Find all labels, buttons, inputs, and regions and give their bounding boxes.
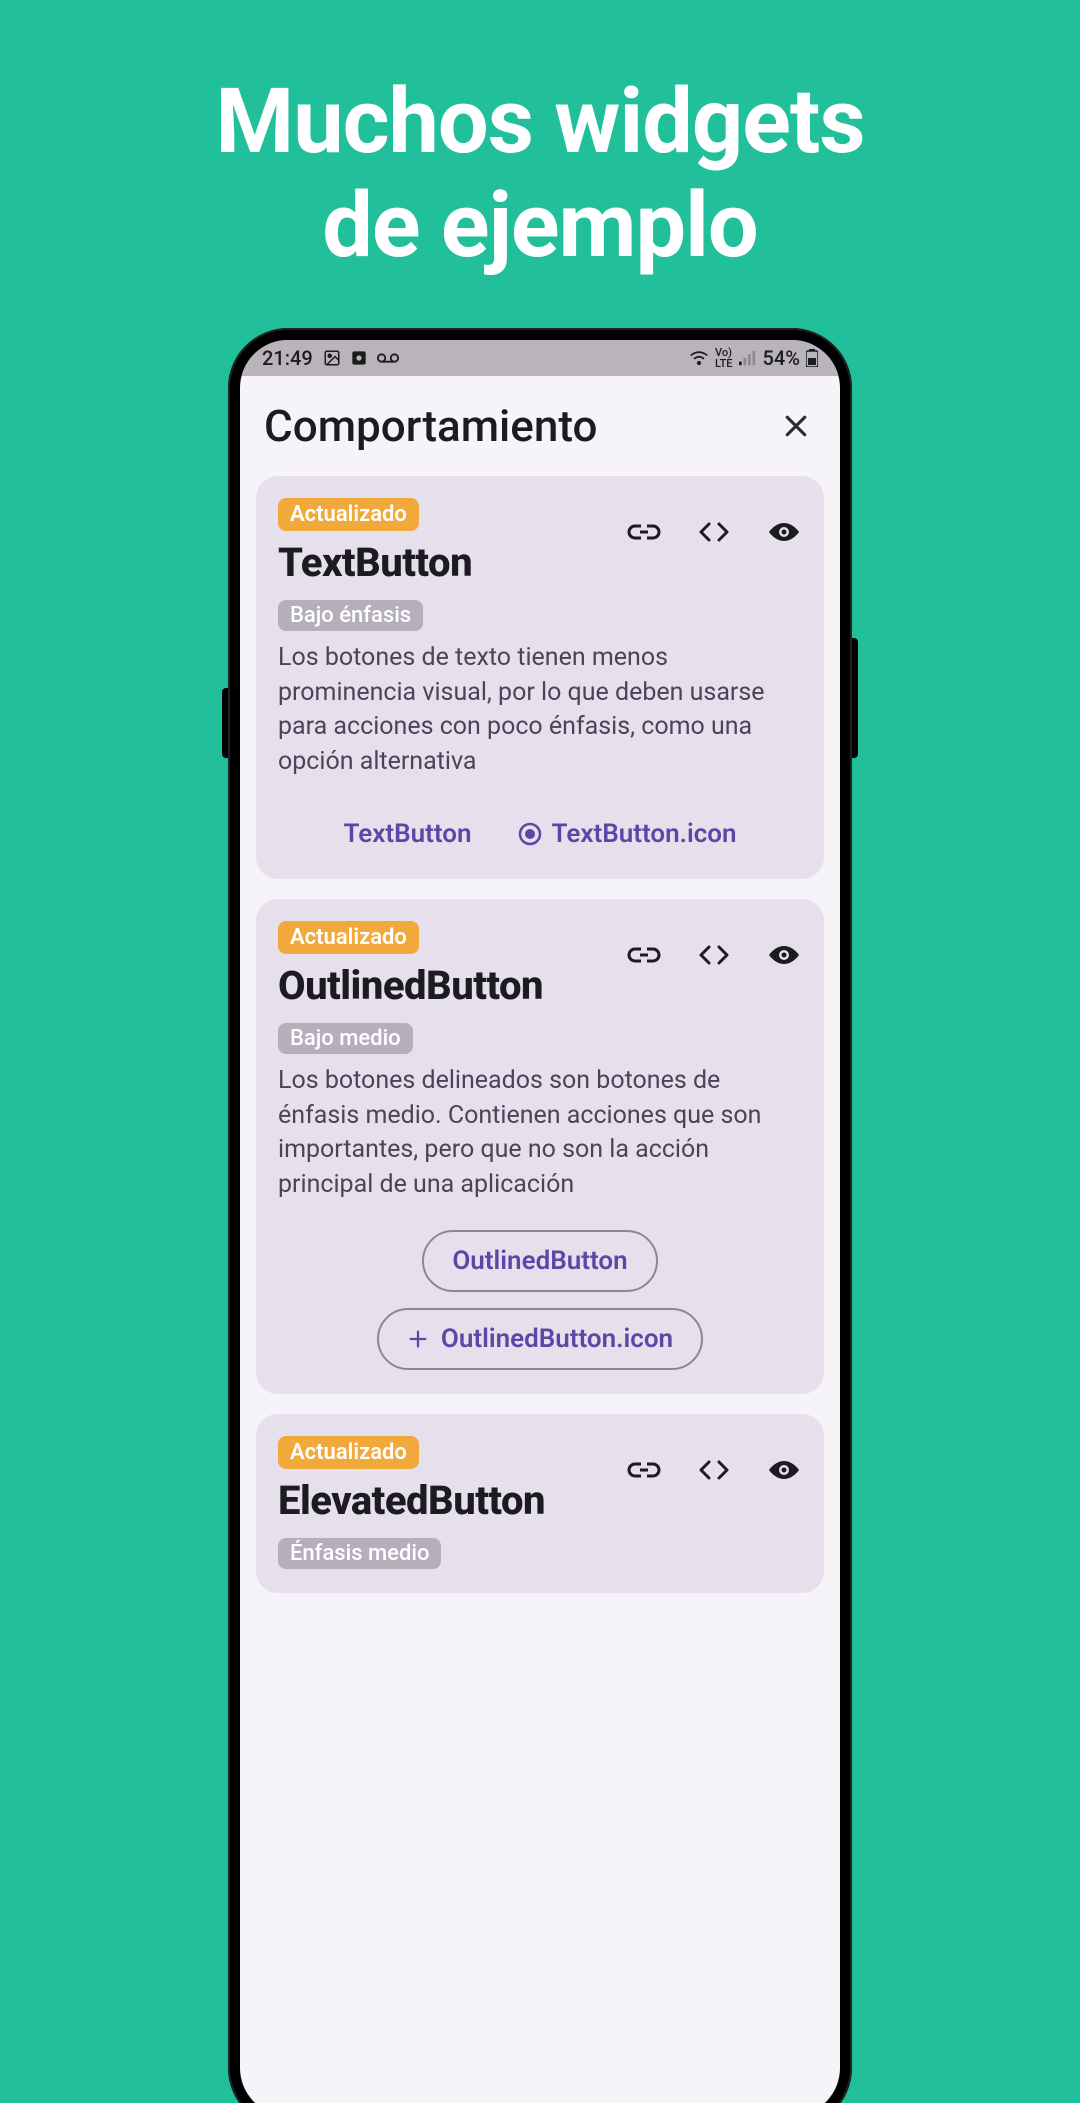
lte-label: Vo)LTE bbox=[715, 347, 733, 369]
statusbar-battery: 54% bbox=[763, 346, 800, 370]
square-dot-icon bbox=[351, 350, 367, 366]
record-icon bbox=[518, 822, 542, 846]
status-bar: 21:49 Vo)LTE 54% bbox=[240, 340, 840, 376]
hero-line1: Muchos widgets bbox=[215, 69, 864, 174]
app-header: Comportamiento bbox=[240, 376, 840, 476]
demo-outlinedbutton-icon-label: OutlinedButton.icon bbox=[441, 1324, 673, 1354]
demo-outlinedbutton[interactable]: OutlinedButton bbox=[422, 1230, 657, 1292]
plus-icon bbox=[407, 1328, 429, 1350]
widget-description: Los botones delineados son botones de én… bbox=[278, 1064, 802, 1202]
demo-outlinedbutton-icon[interactable]: OutlinedButton.icon bbox=[377, 1308, 703, 1370]
link-button[interactable] bbox=[626, 514, 662, 550]
emphasis-chip: Énfasis medio bbox=[278, 1538, 441, 1569]
updated-badge: Actualizado bbox=[278, 498, 419, 531]
widget-title: OutlinedButton bbox=[278, 962, 626, 1009]
phone-frame: 21:49 Vo)LTE 54% bbox=[228, 328, 852, 2103]
phone-screen: 21:49 Vo)LTE 54% bbox=[240, 340, 840, 2103]
wifi-icon bbox=[689, 350, 709, 366]
updated-badge: Actualizado bbox=[278, 1436, 419, 1469]
widget-card-outlinedbutton: Actualizado OutlinedButton bbox=[256, 899, 824, 1394]
preview-button[interactable] bbox=[766, 937, 802, 973]
emphasis-chip: Bajo énfasis bbox=[278, 600, 423, 631]
hero-line2: de ejemplo bbox=[322, 173, 757, 278]
demo-row: TextButton TextButton.icon bbox=[278, 813, 802, 855]
widget-card-elevatedbutton: Actualizado ElevatedButton bbox=[256, 1414, 824, 1593]
card-actions bbox=[626, 1436, 802, 1488]
card-actions bbox=[626, 498, 802, 550]
statusbar-right: Vo)LTE 54% bbox=[689, 346, 818, 370]
updated-badge: Actualizado bbox=[278, 921, 419, 954]
page-title: Comportamiento bbox=[264, 400, 597, 452]
widget-card-textbutton: Actualizado TextButton bbox=[256, 476, 824, 879]
signal-icon bbox=[739, 350, 757, 366]
card-actions bbox=[626, 921, 802, 973]
close-button[interactable] bbox=[776, 406, 816, 446]
hero-title: Muchos widgets de ejemplo bbox=[0, 0, 1080, 277]
image-icon bbox=[323, 349, 341, 367]
emphasis-chip: Bajo medio bbox=[278, 1023, 413, 1054]
widget-title: ElevatedButton bbox=[278, 1477, 626, 1524]
code-button[interactable] bbox=[696, 1452, 732, 1488]
demo-textbutton-icon[interactable]: TextButton.icon bbox=[510, 813, 745, 855]
content-area: Actualizado TextButton bbox=[240, 476, 840, 1593]
widget-title: TextButton bbox=[278, 539, 626, 586]
code-button[interactable] bbox=[696, 514, 732, 550]
voicemail-icon bbox=[377, 351, 399, 365]
widget-description: Los botones de texto tienen menos promin… bbox=[278, 641, 802, 779]
link-button[interactable] bbox=[626, 1452, 662, 1488]
statusbar-time: 21:49 bbox=[262, 346, 313, 370]
demo-stack: OutlinedButton OutlinedButton.icon bbox=[278, 1230, 802, 1370]
preview-button[interactable] bbox=[766, 1452, 802, 1488]
battery-icon bbox=[806, 349, 818, 367]
preview-button[interactable] bbox=[766, 514, 802, 550]
statusbar-left: 21:49 bbox=[262, 346, 399, 370]
demo-textbutton-icon-label: TextButton.icon bbox=[552, 819, 737, 849]
link-button[interactable] bbox=[626, 937, 662, 973]
demo-textbutton[interactable]: TextButton bbox=[335, 813, 479, 855]
code-button[interactable] bbox=[696, 937, 732, 973]
